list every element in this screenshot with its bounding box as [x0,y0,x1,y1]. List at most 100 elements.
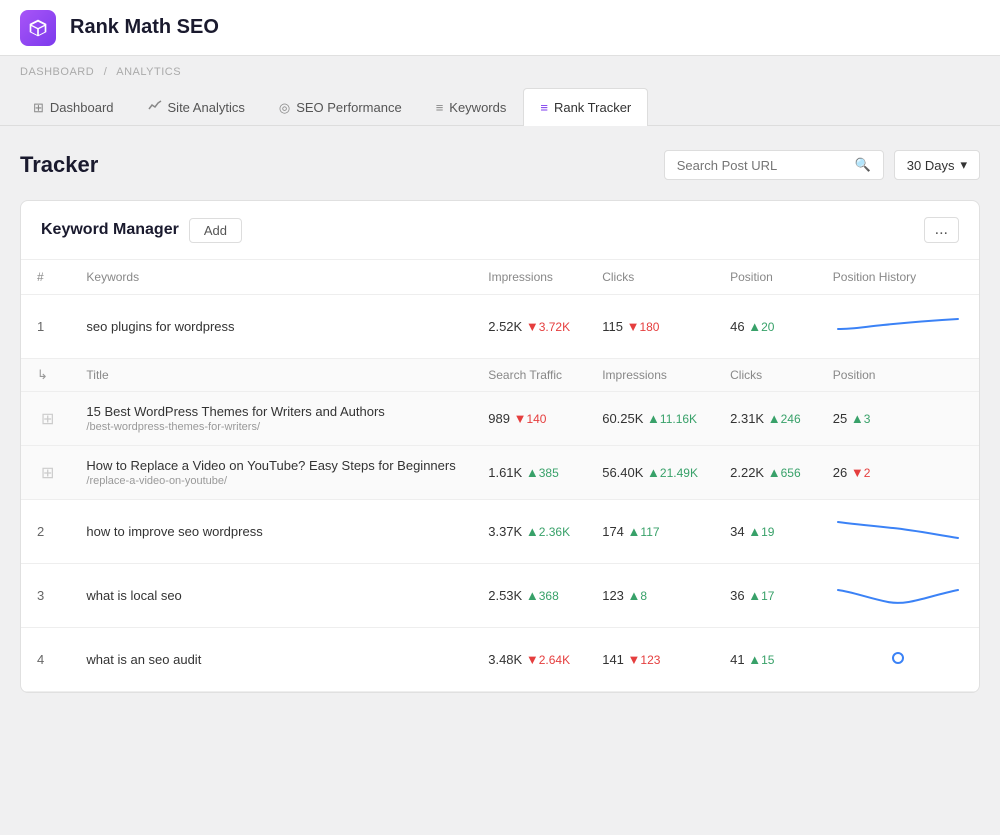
add-keyword-button[interactable]: Add [189,218,242,243]
value-cell: 1.61K ▲385 [472,446,586,500]
sparkline-cell [817,564,979,628]
col-header-position: Position [714,260,817,295]
tracker-title: Tracker [20,152,98,178]
up-arrow-icon: ▲ [748,588,761,603]
post-url-text: /replace-a-video-on-youtube/ [86,475,456,487]
up-arrow-icon: ▲ [628,524,641,539]
tracker-header: Tracker 🔍 30 Days ▾ [20,150,980,180]
return-arrow-icon: ↳ [37,367,48,382]
value-cell: 3.37K ▲2.36K [472,500,586,564]
value-cell: 56.40K ▲21.49K [586,446,714,500]
tab-seo-performance[interactable]: ◎ SEO Performance [262,88,419,126]
keyword-text: what is an seo audit [70,628,472,692]
row-number: 4 [21,628,70,692]
tab-keywords-label: Keywords [449,100,506,115]
row-number: 1 [21,295,70,359]
km-header-left: Keyword Manager Add [41,218,242,243]
document-icon: ⊞ [41,465,54,482]
keyword-text: what is local seo [70,564,472,628]
tracker-controls: 🔍 30 Days ▾ [664,150,980,180]
breadcrumb-analytics[interactable]: ANALYTICS [116,66,181,78]
row-number: 2 [21,500,70,564]
value-cell: 2.52K ▼3.72K [472,295,586,359]
tab-site-analytics[interactable]: Site Analytics [131,88,262,126]
sparkline-cell [817,500,979,564]
sub-header-position: Position [817,359,979,392]
table-header-row: # Keywords Impressions Clicks Position P… [21,260,979,295]
post-icon-cell: ⊞ [21,446,70,500]
post-icon-cell: ⊞ [21,392,70,446]
sub-row[interactable]: ⊞ How to Replace a Video on YouTube? Easy… [21,446,979,500]
more-options-button[interactable]: ... [924,217,959,243]
document-icon: ⊞ [41,411,54,428]
value-cell: 25 ▲3 [817,392,979,446]
up-arrow-icon: ▲ [647,411,660,426]
sparkline-cell [817,628,979,692]
up-arrow-icon: ▲ [526,588,539,603]
value-cell: 2.22K ▲656 [714,446,817,500]
value-cell: 2.31K ▲246 [714,392,817,446]
breadcrumb-dashboard[interactable]: DASHBOARD [20,66,94,78]
up-arrow-icon: ▲ [748,319,761,334]
up-arrow-icon: ▲ [768,411,781,426]
tab-site-analytics-label: Site Analytics [168,100,245,115]
value-cell: 60.25K ▲11.16K [586,392,714,446]
up-arrow-icon: ▲ [526,524,539,539]
down-arrow-icon: ▼ [627,319,640,334]
tab-keywords[interactable]: ≡ Keywords [419,88,524,126]
keyword-row[interactable]: 4what is an seo audit3.48K ▼2.64K141 ▼12… [21,628,979,692]
breadcrumb: DASHBOARD / ANALYTICS [0,56,1000,88]
up-arrow-icon: ▲ [748,524,761,539]
post-title-cell: How to Replace a Video on YouTube? Easy … [70,446,472,500]
tab-dashboard[interactable]: ⊞ Dashboard [16,88,131,126]
value-cell: 36 ▲17 [714,564,817,628]
keyword-manager-card: Keyword Manager Add ... # Keywords Impre… [20,200,980,693]
sub-row[interactable]: ⊞15 Best WordPress Themes for Writers an… [21,392,979,446]
sub-header-title: Title [70,359,472,392]
rank-tracker-icon: ≡ [540,100,548,115]
keyword-row[interactable]: 3what is local seo2.53K ▲368123 ▲836 ▲17 [21,564,979,628]
col-header-keyword: Keywords [70,260,472,295]
tab-dashboard-label: Dashboard [50,100,114,115]
down-arrow-icon: ▼ [514,411,527,426]
up-arrow-icon: ▲ [851,411,864,426]
keyword-text: how to improve seo wordpress [70,500,472,564]
value-cell: 989 ▼140 [472,392,586,446]
up-arrow-icon: ▲ [768,465,781,480]
value-cell: 2.53K ▲368 [472,564,586,628]
value-cell: 141 ▼123 [586,628,714,692]
keyword-row[interactable]: 1seo plugins for wordpress2.52K ▼3.72K11… [21,295,979,359]
keywords-icon: ≡ [436,100,444,115]
value-cell: 3.48K ▼2.64K [472,628,586,692]
search-icon: 🔍 [855,157,871,173]
seo-performance-icon: ◎ [279,100,290,116]
app-title: Rank Math SEO [70,16,219,39]
days-selector[interactable]: 30 Days ▾ [894,150,980,180]
value-cell: 26 ▼2 [817,446,979,500]
value-cell: 123 ▲8 [586,564,714,628]
tabs-bar: ⊞ Dashboard Site Analytics ◎ SEO Perform… [0,88,1000,126]
site-analytics-icon [148,99,162,116]
chevron-down-icon: ▾ [960,157,967,173]
tab-rank-tracker-label: Rank Tracker [554,100,631,115]
col-header-history: Position History [817,260,979,295]
keyword-row[interactable]: 2how to improve seo wordpress3.37K ▲2.36… [21,500,979,564]
keyword-text: seo plugins for wordpress [70,295,472,359]
down-arrow-icon: ▼ [628,652,641,667]
value-cell: 46 ▲20 [714,295,817,359]
up-arrow-icon: ▲ [628,588,641,603]
keyword-manager-header: Keyword Manager Add ... [21,201,979,260]
app-logo [20,10,56,46]
col-header-impressions: Impressions [472,260,586,295]
sub-header-search-traffic: Search Traffic [472,359,586,392]
search-post-url-box[interactable]: 🔍 [664,150,884,180]
up-arrow-icon: ▲ [748,652,761,667]
tab-rank-tracker[interactable]: ≡ Rank Tracker [523,88,648,126]
value-cell: 41 ▲15 [714,628,817,692]
col-header-clicks: Clicks [586,260,714,295]
return-arrow-cell: ↳ [21,359,70,392]
search-post-url-input[interactable] [677,158,849,173]
keyword-manager-title: Keyword Manager [41,221,179,239]
row-number: 3 [21,564,70,628]
main-content: Tracker 🔍 30 Days ▾ Keyword Manager Add … [0,126,1000,717]
